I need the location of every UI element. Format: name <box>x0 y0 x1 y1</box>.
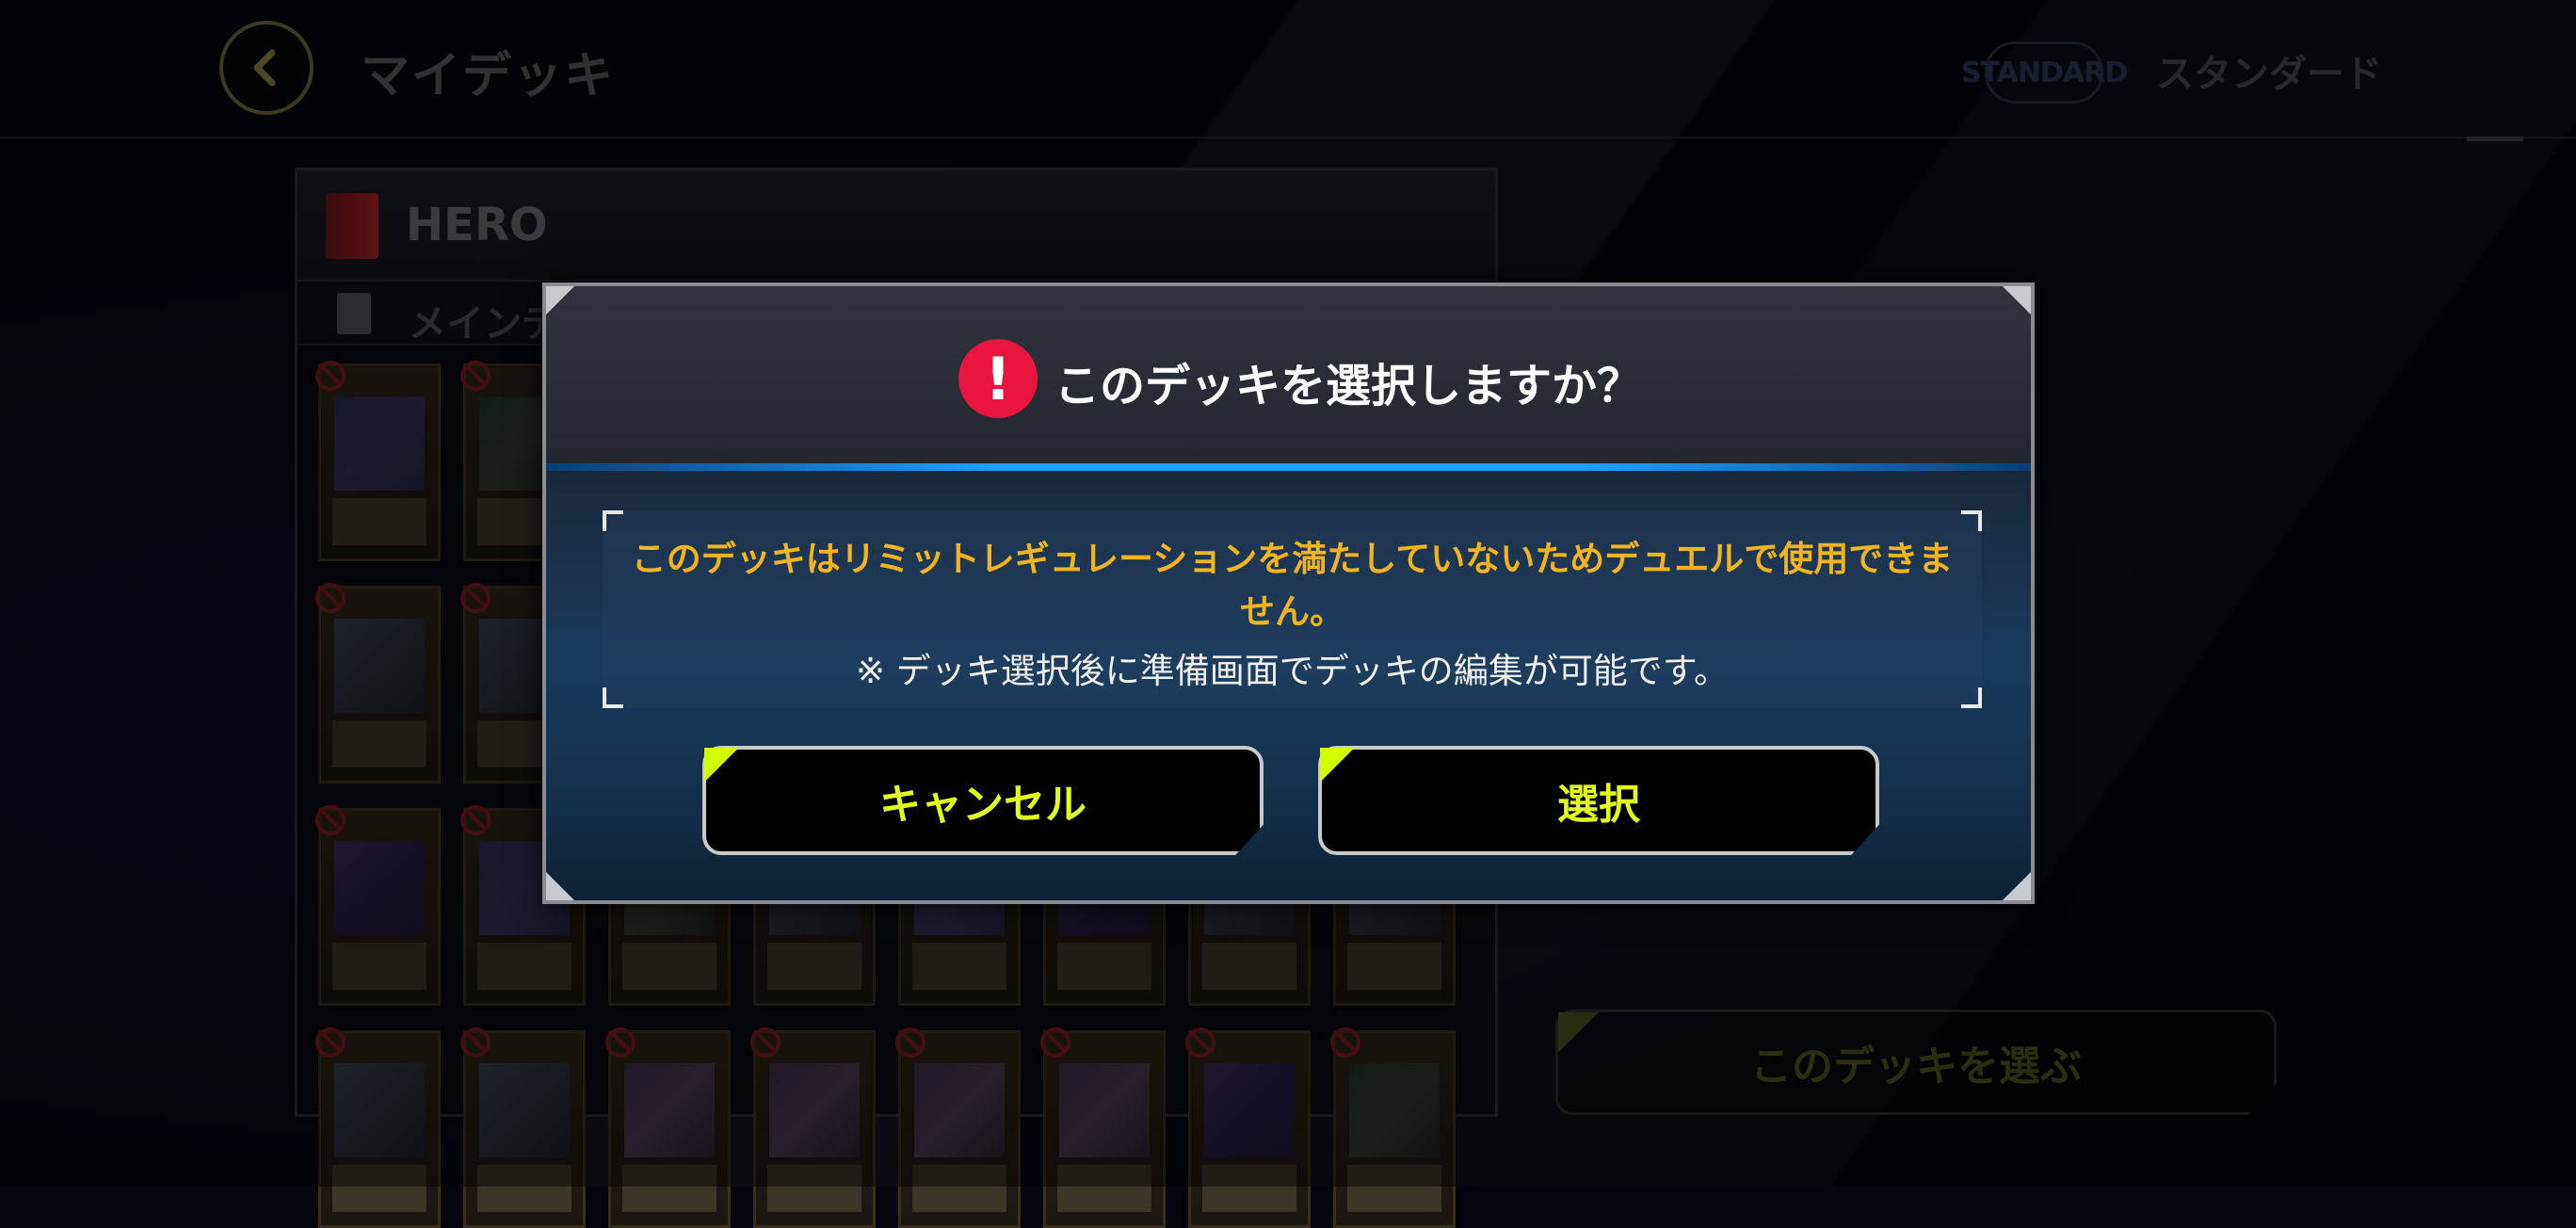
select-button[interactable]: 選択 <box>1318 746 1879 855</box>
cancel-button[interactable]: キャンセル <box>702 746 1264 855</box>
exclamation-icon: ! <box>958 339 1038 418</box>
select-label: 選択 <box>1557 781 1640 829</box>
cancel-label: キャンセル <box>879 781 1087 829</box>
edit-note: ※ デッキ選択後に準備画面でデッキの編集が可能です。 <box>855 651 1730 691</box>
regulation-warning: このデッキはリミットレギュレーションを満たしていないためデュエルで使用できません… <box>631 539 1954 632</box>
message-box: このデッキはリミットレギュレーションを満たしていないためデュエルで使用できません… <box>603 510 1982 708</box>
confirm-dialog: ! このデッキを選択しますか？ このデッキはリミットレギュレーションを満たしてい… <box>542 283 2035 904</box>
dialog-title: このデッキを選択しますか？ <box>1055 360 1643 412</box>
dialog-divider <box>546 463 2031 471</box>
